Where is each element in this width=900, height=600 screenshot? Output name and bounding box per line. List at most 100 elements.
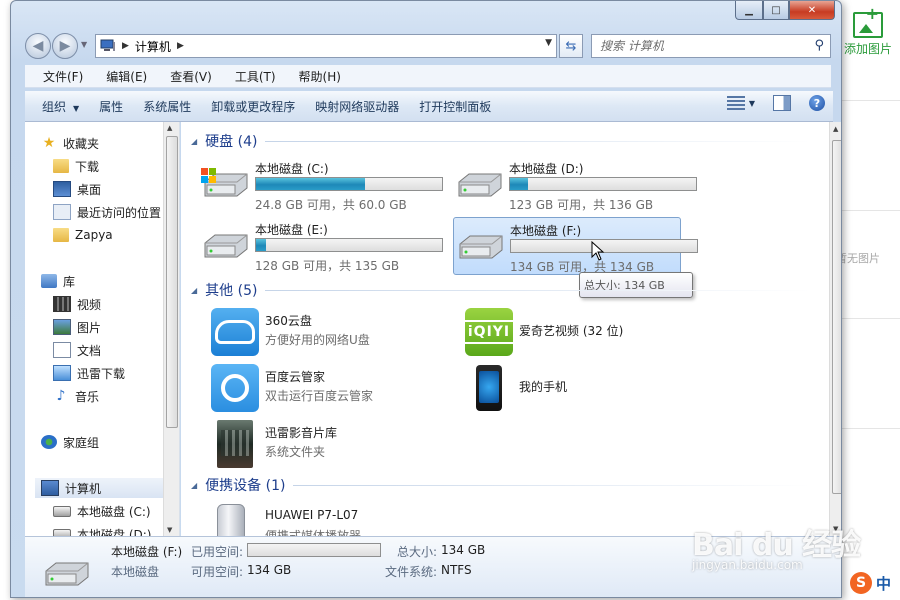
ime-language-label: 中 <box>876 574 892 593</box>
group-title: 硬盘 (4) <box>205 134 258 150</box>
forward-button[interactable]: ▶ <box>52 33 78 59</box>
nav-label: 下载 <box>75 159 100 174</box>
minimize-button[interactable]: ▁ <box>735 1 763 20</box>
control-panel-button[interactable]: 打开控制面板 <box>409 98 501 115</box>
collapse-icon[interactable]: ◢ <box>191 286 197 295</box>
download-folder-icon <box>53 159 69 173</box>
map-drive-button[interactable]: 映射网络驱动器 <box>305 98 409 115</box>
drive-usage-fill <box>256 178 366 190</box>
drive-free-text: 123 GB 可用，共 136 GB <box>509 198 654 212</box>
divider <box>842 100 900 101</box>
view-options-icon[interactable] <box>726 96 745 110</box>
library-icon <box>41 274 57 288</box>
nav-homegroup[interactable]: 家庭组 <box>41 432 99 452</box>
scroll-up-icon[interactable]: ▲ <box>167 124 172 132</box>
nav-disk-c[interactable]: 本地磁盘 (C:) <box>53 501 151 521</box>
menu-file[interactable]: 文件(F) <box>43 68 83 85</box>
scroll-down-icon[interactable]: ▼ <box>167 526 172 534</box>
history-dropdown-icon[interactable]: ▼ <box>81 40 87 49</box>
menu-help[interactable]: 帮助(H) <box>299 68 341 85</box>
address-bar[interactable]: ▶ 计算机 ▶ ▼ <box>95 34 557 58</box>
drive-icon <box>45 562 89 586</box>
system-properties-button[interactable]: 系统属性 <box>133 98 201 115</box>
ime-indicator[interactable]: S 中 <box>850 570 900 596</box>
add-image-button[interactable]: + 添加图片 <box>838 4 898 57</box>
back-arrow-icon: ◀ <box>32 38 44 54</box>
breadcrumb-separator-icon[interactable]: ▶ <box>122 41 129 51</box>
nav-disk-d[interactable]: 本地磁盘 (D:) <box>53 524 151 536</box>
nav-documents[interactable]: 文档 <box>53 340 101 360</box>
app-baidu-cloud[interactable]: 百度云管家 双击运行百度云管家 <box>211 362 451 414</box>
app-360-cloud[interactable]: 360云盘 方便好用的网络U盘 <box>211 306 451 358</box>
view-dropdown-icon[interactable]: ▼ <box>749 99 755 108</box>
nav-label: 音乐 <box>75 389 100 404</box>
menu-edit[interactable]: 编辑(E) <box>106 68 147 85</box>
forward-arrow-icon: ▶ <box>59 38 71 54</box>
drive-free-text: 128 GB 可用，共 135 GB <box>255 259 400 273</box>
nav-music[interactable]: ♪ 音乐 <box>53 386 99 406</box>
menu-view[interactable]: 查看(V) <box>170 68 212 85</box>
maximize-button[interactable]: □ <box>763 1 789 20</box>
properties-button[interactable]: 属性 <box>89 98 133 115</box>
nav-scrollbar[interactable]: ▲ ▼ <box>163 122 179 536</box>
uninstall-button[interactable]: 卸载或更改程序 <box>201 98 305 115</box>
nav-desktop[interactable]: 桌面 <box>53 179 101 199</box>
search-box[interactable]: ⚲ <box>591 34 831 58</box>
help-icon[interactable]: ? <box>809 95 825 111</box>
organize-button[interactable]: 组织 ▼ <box>25 98 89 115</box>
details-type: 本地磁盘 <box>111 565 160 579</box>
collapse-icon[interactable]: ◢ <box>191 137 197 146</box>
nav-recent[interactable]: 最近访问的位置 <box>53 202 161 222</box>
back-button[interactable]: ◀ <box>25 33 51 59</box>
drive-windows-icon <box>201 168 248 197</box>
nav-favorites[interactable]: ★ 收藏夹 <box>41 133 99 153</box>
details-total-value: 134 GB <box>441 543 486 557</box>
search-icon[interactable]: ⚲ <box>814 38 824 53</box>
refresh-button[interactable]: ⇆ <box>559 34 583 58</box>
nav-label: 桌面 <box>77 182 102 197</box>
drive-icon <box>458 173 502 197</box>
collapse-icon[interactable]: ◢ <box>191 481 197 490</box>
search-input[interactable] <box>598 38 802 54</box>
star-icon: ★ <box>42 135 56 151</box>
drive-f[interactable]: 本地磁盘 (F:) 134 GB 可用，共 134 GB <box>453 217 698 275</box>
address-dropdown-icon[interactable]: ▼ <box>545 38 552 48</box>
app-iqiyi[interactable]: iQIYI 爱奇艺视频 (32 位) <box>462 306 705 358</box>
group-hard-disks[interactable]: ◢ 硬盘 (4) <box>191 131 811 151</box>
drive-usage-bar <box>509 177 697 191</box>
divider <box>842 318 900 319</box>
command-bar: 组织 ▼ 属性 系统属性 卸载或更改程序 映射网络驱动器 打开控制面板 ▼ ? <box>25 91 833 122</box>
breadcrumb-computer[interactable]: 计算机 <box>135 38 171 55</box>
drive-e[interactable]: 本地磁盘 (E:) 128 GB 可用，共 135 GB <box>199 217 443 273</box>
scroll-up-icon[interactable]: ▲ <box>833 125 838 133</box>
nav-computer[interactable]: 计算机 <box>35 478 179 498</box>
menu-tools[interactable]: 工具(T) <box>235 68 276 85</box>
breadcrumb-separator-icon[interactable]: ▶ <box>177 41 184 51</box>
nav-thunder[interactable]: 迅雷下载 <box>53 363 125 383</box>
mouse-cursor-icon <box>591 241 605 261</box>
drive-icon <box>53 505 71 517</box>
nav-downloads[interactable]: 下载 <box>53 156 99 176</box>
app-my-phone[interactable]: 我的手机 <box>465 362 705 414</box>
app-name: 迅雷影音片库 <box>265 426 338 440</box>
preview-pane-icon[interactable] <box>773 95 791 111</box>
scroll-thumb[interactable] <box>832 140 841 494</box>
app-thunder-movie-library[interactable]: 迅雷影音片库 系统文件夹 <box>211 418 451 470</box>
divider <box>842 428 900 429</box>
computer-icon <box>100 39 115 51</box>
group-portable[interactable]: ◢ 便携设备 (1) <box>191 475 811 495</box>
nav-label: 文档 <box>77 343 102 358</box>
nav-pictures[interactable]: 图片 <box>53 317 101 337</box>
drive-c[interactable]: 本地磁盘 (C:) 24.8 GB 可用，共 60.0 GB <box>199 156 443 212</box>
nav-videos[interactable]: 视频 <box>53 294 101 314</box>
content-scrollbar[interactable]: ▲ ▼ <box>829 122 841 536</box>
nav-libraries[interactable]: 库 <box>41 271 75 291</box>
drive-name: 本地磁盘 (D:) <box>509 162 584 176</box>
nav-zapya[interactable]: Zapya <box>53 225 113 245</box>
drive-d[interactable]: 本地磁盘 (D:) 123 GB 可用，共 136 GB <box>453 156 697 212</box>
close-button[interactable]: ✕ <box>789 1 835 20</box>
nav-label: 库 <box>63 274 76 289</box>
group-other[interactable]: ◢ 其他 (5) <box>191 280 811 300</box>
scroll-thumb[interactable] <box>166 136 178 428</box>
device-huawei[interactable]: HUAWEI P7-L07 便携式媒体播放器 <box>211 502 451 536</box>
